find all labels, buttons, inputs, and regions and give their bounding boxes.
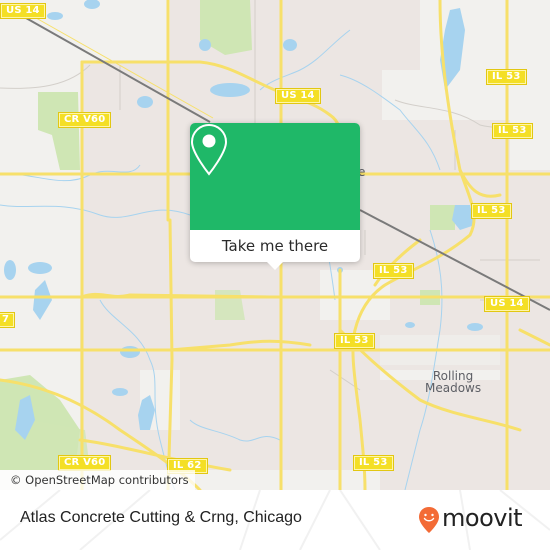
popup-header xyxy=(190,123,360,230)
road-shield-il53: IL 53 xyxy=(486,69,527,85)
lake xyxy=(210,83,250,97)
map-pin-icon xyxy=(190,123,228,176)
popup-pointer xyxy=(267,262,283,270)
urban-area xyxy=(380,380,520,490)
moovit-wordmark: moovit xyxy=(442,504,523,532)
place-label-rolling-meadows: Rolling Meadows xyxy=(425,370,481,394)
lake xyxy=(84,0,100,9)
road-shield-il53: IL 53 xyxy=(492,123,533,139)
map[interactable]: US 14 CR V60 US 14 IL 53 IL 53 IL 53 IL … xyxy=(0,0,550,490)
park xyxy=(38,92,80,170)
road-shield-il53: IL 53 xyxy=(471,203,512,219)
road-shield-cr-v60: CR V60 xyxy=(58,112,112,128)
urban-area xyxy=(80,300,380,470)
footer: Atlas Concrete Cutting & Crng, Chicago m… xyxy=(0,490,550,550)
moovit-pin-icon xyxy=(419,507,439,533)
road-shield-us14: US 14 xyxy=(0,3,46,19)
map-attribution[interactable]: © OpenStreetMap contributors xyxy=(0,470,195,490)
road-shield-il53: IL 53 xyxy=(353,455,394,471)
urban-area xyxy=(380,120,510,370)
road-shield-us14: US 14 xyxy=(484,296,530,312)
road-shield-il53: IL 53 xyxy=(373,263,414,279)
location-popup[interactable]: Take me there xyxy=(190,123,360,270)
place-label-line: Meadows xyxy=(425,381,482,395)
pond xyxy=(120,346,140,358)
road-shield-il53: IL 53 xyxy=(334,333,375,349)
location-title: Atlas Concrete Cutting & Crng, Chicago xyxy=(20,509,302,526)
road-shield-partial: 7 xyxy=(0,312,16,328)
road-shield-cr-v60: CR V60 xyxy=(58,455,112,471)
moovit-logo[interactable]: moovit xyxy=(418,504,538,534)
take-me-there-button[interactable]: Take me there xyxy=(190,230,360,262)
road-shield-us14: US 14 xyxy=(275,88,321,104)
park xyxy=(430,205,455,230)
